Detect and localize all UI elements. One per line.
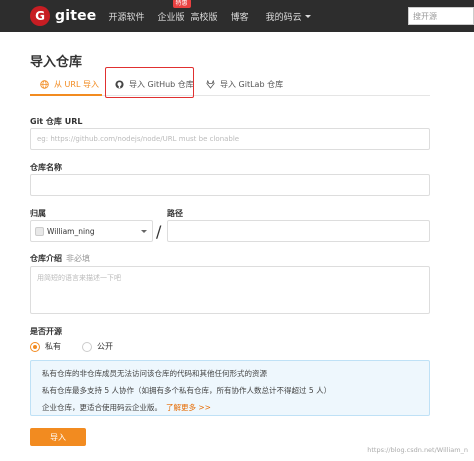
radio-public-label: 公开: [97, 342, 113, 351]
learn-more-link[interactable]: 了解更多 >>: [166, 403, 211, 412]
description-label: 仓库介绍 非必填: [30, 253, 90, 264]
gitee-logo[interactable]: G gitee: [30, 6, 97, 26]
chevron-down-icon: [141, 230, 147, 233]
radio-private-label: 私有: [45, 342, 61, 351]
owner-select[interactable]: William_ning: [30, 220, 153, 242]
path-input[interactable]: [167, 220, 430, 242]
radio-public-circle: [82, 341, 92, 352]
tab-from-url[interactable]: 从 URL 导入: [40, 72, 99, 96]
info-line-2: 私有仓库最多支持 5 人协作（如拥有多个私有仓库，所有协作人数总计不得超过 5 …: [42, 386, 332, 395]
import-tabs: 从 URL 导入 导入 GitHub 仓库 导入 GitLab 仓库: [30, 72, 430, 96]
radio-private-circle: [30, 341, 40, 352]
tab-from-url-label: 从 URL 导入: [54, 79, 99, 89]
path-label: 路径: [167, 209, 183, 218]
info-line-1: 私有仓库的非仓库成员无法访问该仓库的代码和其他任何形式的资源: [42, 369, 267, 378]
chevron-down-icon: [304, 14, 311, 18]
private-repo-info: 私有仓库的非仓库成员无法访问该仓库的代码和其他任何形式的资源 私有仓库最多支持 …: [30, 360, 430, 416]
nav-enterprise[interactable]: 企业版 特惠: [157, 0, 191, 23]
tab-import-gitlab-label: 导入 GitLab 仓库: [220, 79, 284, 89]
github-tab-highlight: [105, 67, 194, 98]
search-input[interactable]: 搜开源: [408, 7, 474, 25]
gitee-logo-icon: G: [30, 6, 50, 26]
git-url-placeholder: eg: https://github.com/nodejs/node/URL m…: [37, 135, 240, 143]
git-url-label: Git 仓库 URL: [30, 117, 83, 126]
repo-name-label: 仓库名称: [30, 163, 62, 172]
description-label-text: 仓库介绍: [30, 254, 62, 263]
info-line-3-text: 企业仓库，更适合使用码云企业版。: [42, 403, 162, 412]
optional-hint: 非必填: [66, 254, 90, 263]
top-nav-bar: G gitee 开源软件 企业版 特惠 高校版 博客 我的码云: [0, 0, 474, 32]
import-button[interactable]: 导入: [30, 428, 86, 446]
repo-name-input[interactable]: [30, 174, 430, 196]
page-title: 导入仓库: [30, 55, 83, 70]
gitlab-icon: [206, 79, 215, 89]
brand-name: gitee: [55, 8, 97, 24]
tab-import-gitlab[interactable]: 导入 GitLab 仓库: [206, 72, 283, 96]
nav-my-gitee[interactable]: 我的码云: [266, 10, 311, 23]
nav-enterprise-label: 企业版: [157, 12, 185, 23]
info-line-3: 企业仓库，更适合使用码云企业版。 了解更多 >>: [42, 402, 211, 413]
promo-badge: 特惠: [172, 0, 191, 8]
git-url-input[interactable]: eg: https://github.com/nodejs/node/URL m…: [30, 128, 430, 150]
nav-open-source[interactable]: 开源软件: [109, 10, 145, 23]
open-source-label: 是否开源: [30, 327, 62, 336]
owner-value: William_ning: [47, 226, 95, 236]
description-placeholder: 用简短的语言来描述一下吧: [37, 274, 121, 282]
globe-icon: [40, 79, 49, 89]
nav-blog[interactable]: 博客: [231, 10, 249, 23]
radio-private[interactable]: 私有: [30, 341, 61, 352]
description-textarea[interactable]: 用简短的语言来描述一下吧: [30, 266, 430, 314]
avatar: [35, 226, 44, 236]
radio-public[interactable]: 公开: [82, 341, 113, 352]
owner-label: 归属: [30, 209, 46, 218]
watermark: https://blog.csdn.net/William_n: [367, 446, 468, 454]
nav-university[interactable]: 高校版: [191, 10, 218, 23]
active-tab-indicator: [30, 94, 102, 96]
path-separator: /: [156, 222, 162, 241]
nav-my-gitee-label: 我的码云: [265, 12, 302, 23]
